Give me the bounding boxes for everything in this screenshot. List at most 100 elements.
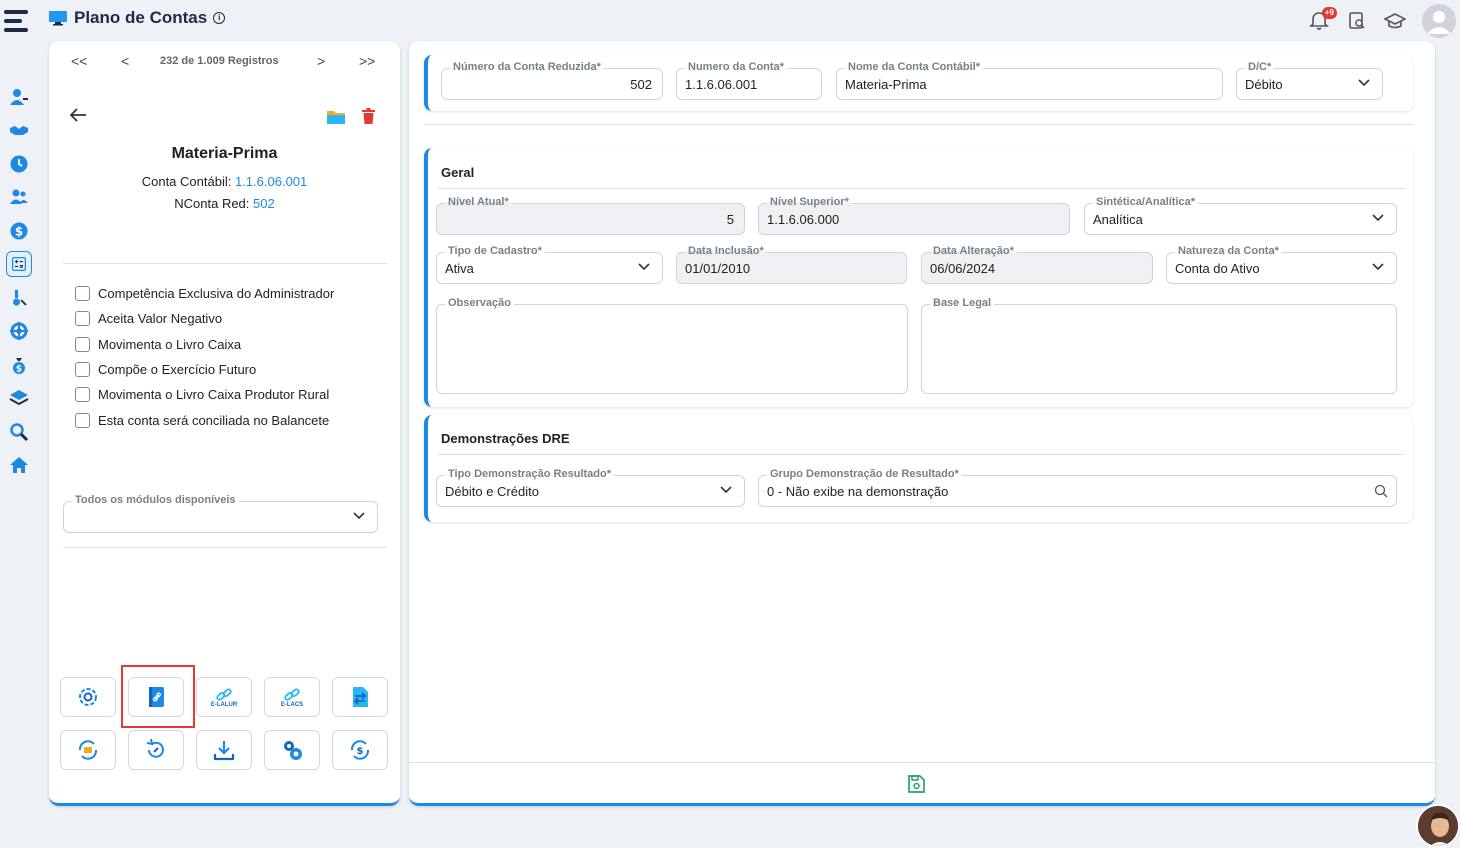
network-gear-icon xyxy=(10,322,28,341)
app-title: Plano de Contas i xyxy=(48,8,226,28)
sidebar-item-search[interactable] xyxy=(0,415,38,449)
modules-select[interactable]: Todos os módulos disponíveis xyxy=(63,494,378,533)
multi-settings-tool-button[interactable] xyxy=(264,730,320,770)
assistant-avatar[interactable] xyxy=(1416,804,1460,848)
sidebar-rail: $ $ xyxy=(0,80,38,482)
account-nconta-value: 502 xyxy=(253,196,275,211)
options-checklist: Competência Exclusiva do Administrador A… xyxy=(75,281,334,433)
nivel-superior-input: Nível Superior* 1.1.6.06.000 xyxy=(758,196,1070,235)
reduzida-input[interactable]: Número da Conta Reduzida* 502 xyxy=(441,61,663,100)
settings-tool-button[interactable] xyxy=(60,677,116,717)
pager-last-button[interactable]: >> xyxy=(359,53,375,69)
sidebar-item-network[interactable] xyxy=(0,315,38,349)
elalur-tool-button[interactable]: E-LALUR xyxy=(196,677,252,717)
checkbox-item[interactable]: Aceita Valor Negativo xyxy=(75,306,334,331)
chevron-down-icon xyxy=(720,486,732,494)
numero-conta-input[interactable]: Numero da Conta* 1.1.6.06.001 xyxy=(676,61,822,100)
record-pager: << < 232 de 1.009 Registros > >> xyxy=(49,53,400,69)
base-legal-textarea[interactable]: Base Legal xyxy=(921,297,1397,394)
observacao-textarea[interactable]: Observação xyxy=(436,297,908,394)
sidebar-item-home[interactable] xyxy=(0,449,38,483)
search-icon[interactable] xyxy=(1374,484,1388,498)
data-alteracao-input: Data Alteração* 06/06/2024 xyxy=(921,245,1153,284)
checkbox-item[interactable]: Competência Exclusiva do Administrador xyxy=(75,281,334,306)
sidebar-item-money-bag[interactable]: $ xyxy=(0,348,38,382)
pager-first-button[interactable]: << xyxy=(71,53,87,69)
menu-icon[interactable] xyxy=(4,10,28,32)
clock-icon xyxy=(10,155,28,173)
save-icon[interactable] xyxy=(906,774,926,794)
account-code-line: Conta Contábil: 1.1.6.06.001 xyxy=(49,174,400,189)
checkbox[interactable] xyxy=(75,362,90,378)
link-history-tool-button[interactable] xyxy=(128,730,184,770)
nome-conta-input[interactable]: Nome da Conta Contábil* Materia-Prima xyxy=(836,61,1223,100)
svg-text:$: $ xyxy=(16,364,22,374)
elacs-tool-button[interactable]: E-LACS xyxy=(264,677,320,717)
chevron-down-icon xyxy=(638,263,650,271)
natureza-select[interactable]: Natureza da Conta* Conta do Ativo xyxy=(1166,245,1397,284)
user-avatar[interactable] xyxy=(1422,4,1456,38)
grupo-demonstracao-input[interactable]: Grupo Demonstração de Resultado* 0 - Não… xyxy=(758,468,1397,507)
sintetica-select[interactable]: Sintética/Analítica* Analítica xyxy=(1084,196,1397,235)
graduation-cap-icon[interactable] xyxy=(1383,10,1407,32)
checkbox[interactable] xyxy=(75,412,90,428)
sidebar-item-handshake[interactable] xyxy=(0,114,38,148)
dc-select[interactable]: D/C* Débito xyxy=(1236,61,1383,100)
sidebar-item-finance[interactable]: $ xyxy=(0,214,38,248)
checkbox[interactable] xyxy=(75,336,90,352)
pager-status: 232 de 1.009 Registros xyxy=(160,55,279,67)
money-bag-icon: $ xyxy=(13,357,25,374)
tipo-cadastro-select[interactable]: Tipo de Cadastro* Ativa xyxy=(436,245,663,284)
layers-icon xyxy=(9,390,29,406)
nivel-atual-input: Nível Atual* 5 xyxy=(436,196,745,235)
user-card-icon xyxy=(10,88,28,105)
notification-bell-icon[interactable]: +9 xyxy=(1308,7,1337,32)
chevron-down-icon xyxy=(1372,263,1384,271)
info-icon[interactable]: i xyxy=(213,12,226,24)
download-icon xyxy=(213,741,235,761)
sidebar-item-layers[interactable] xyxy=(0,382,38,416)
modules-select-label: Todos os módulos disponíveis xyxy=(72,494,239,506)
sidebar-item-people[interactable] xyxy=(0,181,38,215)
svg-text:$: $ xyxy=(357,746,364,757)
transfer-document-tool-button[interactable] xyxy=(332,677,388,717)
back-arrow-icon[interactable] xyxy=(69,107,87,123)
dollar-icon: $ xyxy=(10,222,28,240)
account-name: Materia-Prima xyxy=(171,145,278,162)
sync-folder-tool-button[interactable] xyxy=(60,730,116,770)
page-title: Plano de Contas xyxy=(74,8,208,27)
checkbox-item[interactable]: Compõe o Exercício Futuro xyxy=(75,357,334,382)
checkbox-item[interactable]: Movimenta o Livro Caixa xyxy=(75,332,334,357)
account-header-section: Número da Conta Reduzida* 502 Numero da … xyxy=(424,55,1413,111)
sidebar-item-accounting[interactable] xyxy=(0,248,38,282)
download-tool-button[interactable] xyxy=(196,730,252,770)
calculator-icon xyxy=(11,257,27,272)
sync-folder-icon xyxy=(78,740,98,760)
divider xyxy=(424,124,1412,125)
pager-next-button[interactable]: > xyxy=(317,53,325,69)
sidebar-item-clock[interactable] xyxy=(0,147,38,181)
pager-prev-button[interactable]: < xyxy=(121,53,129,69)
account-code-label: Conta Contábil: xyxy=(141,174,232,189)
link-history-icon xyxy=(146,738,164,758)
document-search-icon[interactable] xyxy=(1346,10,1368,32)
gears-icon xyxy=(284,741,302,760)
tipo-demonstracao-select[interactable]: Tipo Demonstração Resultado* Débito e Cr… xyxy=(436,468,745,507)
currency-sync-icon: $ xyxy=(350,740,370,760)
folder-icon[interactable] xyxy=(327,109,345,124)
home-icon xyxy=(10,457,28,474)
svg-text:$: $ xyxy=(15,224,23,238)
sidebar-item-tools[interactable] xyxy=(0,281,38,315)
chevron-down-icon xyxy=(353,512,365,520)
checkbox-item[interactable]: Movimenta o Livro Caixa Produtor Rural xyxy=(75,382,334,407)
checkbox[interactable] xyxy=(75,387,90,403)
checkbox-item[interactable]: Esta conta será conciliada no Balancete xyxy=(75,407,334,432)
checkbox[interactable] xyxy=(75,311,90,327)
divider xyxy=(63,263,387,264)
gear-icon xyxy=(79,688,97,706)
trash-icon[interactable] xyxy=(362,108,375,124)
checkbox[interactable] xyxy=(75,286,90,302)
sidebar-item-users[interactable] xyxy=(0,80,38,114)
currency-sync-tool-button[interactable]: $ xyxy=(332,730,388,770)
people-icon xyxy=(10,189,28,205)
